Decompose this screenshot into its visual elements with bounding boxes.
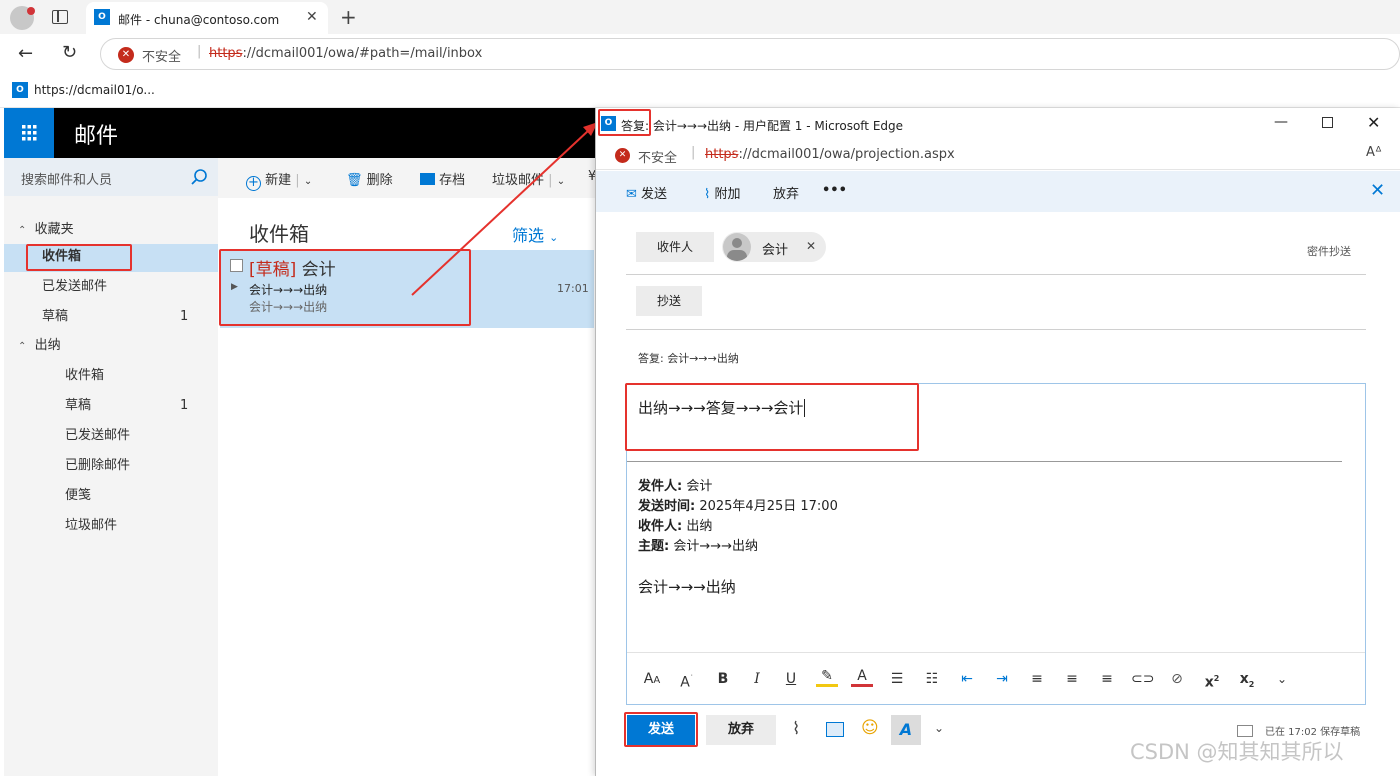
popup-title-bar: O 答复: 会计→→→出纳 - 用户配置 1 - Microsoft Edge … [596, 108, 1400, 140]
insert-picture-icon[interactable] [826, 722, 844, 737]
compose-toolbar: ✉ 发送 ⌇ 附加 放弃 ••• ✕ [596, 171, 1400, 212]
annotation-box-body [625, 383, 919, 451]
subject-field[interactable]: 答复: 会计→→→出纳 [638, 350, 739, 366]
popup-title: 答复: 会计→→→出纳 - 用户配置 1 - Microsoft Edge [621, 119, 904, 133]
toolbar-discard-button[interactable]: 放弃 [773, 183, 799, 202]
insecure-icon: ✕ [615, 148, 630, 163]
paperclip-icon: ⌇ [704, 187, 711, 202]
toolbar-more-button[interactable]: ••• [822, 183, 847, 198]
maximize-icon[interactable] [1322, 117, 1333, 128]
avatar [723, 233, 751, 261]
popup-url-text: https://dcmail001/owa/projection.aspx [705, 147, 955, 162]
cc-button[interactable]: 抄送 [636, 286, 702, 316]
annotation-box-title [598, 109, 651, 136]
format-options-icon[interactable]: A [891, 715, 921, 745]
popup-address-bar: ✕ 不安全 | https://dcmail001/owa/projection… [596, 140, 1400, 170]
more-formats-icon[interactable]: ⌄ [1271, 668, 1293, 690]
recipient-chip[interactable]: 会计 ✕ [722, 232, 826, 262]
quoted-header: 发件人: 会计 发送时间: 2025年4月25日 17:00 收件人: 出纳 主… [638, 479, 838, 554]
close-compose-icon[interactable]: ✕ [1370, 180, 1385, 201]
highlight-icon[interactable]: ✎ [816, 668, 838, 687]
toolbar-attach-button[interactable]: ⌇ 附加 [704, 183, 741, 202]
divider [626, 329, 1366, 330]
bullets-icon[interactable]: ☰ [886, 668, 908, 690]
italic-icon[interactable]: I [746, 668, 768, 690]
watermark: CSDN @知其知其所以 [1130, 740, 1344, 764]
quoted-body: 会计→→→出纳 [638, 578, 736, 596]
bold-icon[interactable]: B [712, 668, 734, 690]
close-window-icon[interactable]: ✕ [1367, 113, 1380, 132]
font-color-icon[interactable]: A [851, 668, 873, 687]
more-options-icon[interactable]: ⌄ [934, 721, 944, 735]
link-icon[interactable]: ⊂⊃ [1131, 668, 1154, 690]
attach-icon[interactable]: ⌇ [792, 719, 800, 739]
bcc-link[interactable]: 密件抄送 [1307, 243, 1351, 259]
remove-link-icon[interactable]: ⊘ [1166, 668, 1188, 690]
remove-recipient-icon[interactable]: ✕ [806, 239, 816, 253]
send-icon: ✉ [626, 187, 637, 202]
minimize-icon[interactable]: — [1274, 114, 1288, 130]
emoji-icon[interactable]: ☺ [861, 718, 879, 738]
annotation-box-send [624, 712, 698, 747]
to-button[interactable]: 收件人 [636, 232, 714, 262]
underline-icon[interactable]: U [780, 668, 802, 690]
font-size-icon[interactable]: AA [641, 668, 663, 690]
grow-font-icon[interactable]: A˙ [676, 668, 698, 691]
subscript-icon[interactable]: x2 [1236, 668, 1258, 690]
superscript-icon[interactable]: x2 [1201, 668, 1223, 691]
toolbar-send-button[interactable]: ✉ 发送 [626, 183, 667, 202]
align-left-icon[interactable]: ≡ [1026, 668, 1048, 690]
numbering-icon[interactable]: ☷ [921, 668, 943, 690]
quote-separator [627, 461, 1342, 462]
recipient-name: 会计 [762, 243, 789, 258]
divider [626, 274, 1366, 275]
read-aloud-icon[interactable]: Aᐞ [1366, 145, 1382, 160]
discard-button[interactable]: 放弃 [706, 715, 776, 745]
increase-indent-icon[interactable]: ⇥ [991, 668, 1013, 690]
format-divider [627, 652, 1365, 653]
align-right-icon[interactable]: ≡ [1096, 668, 1118, 690]
align-center-icon[interactable]: ≡ [1061, 668, 1083, 690]
insecure-label: 不安全 [638, 151, 678, 166]
decrease-indent-icon[interactable]: ⇤ [956, 668, 978, 690]
